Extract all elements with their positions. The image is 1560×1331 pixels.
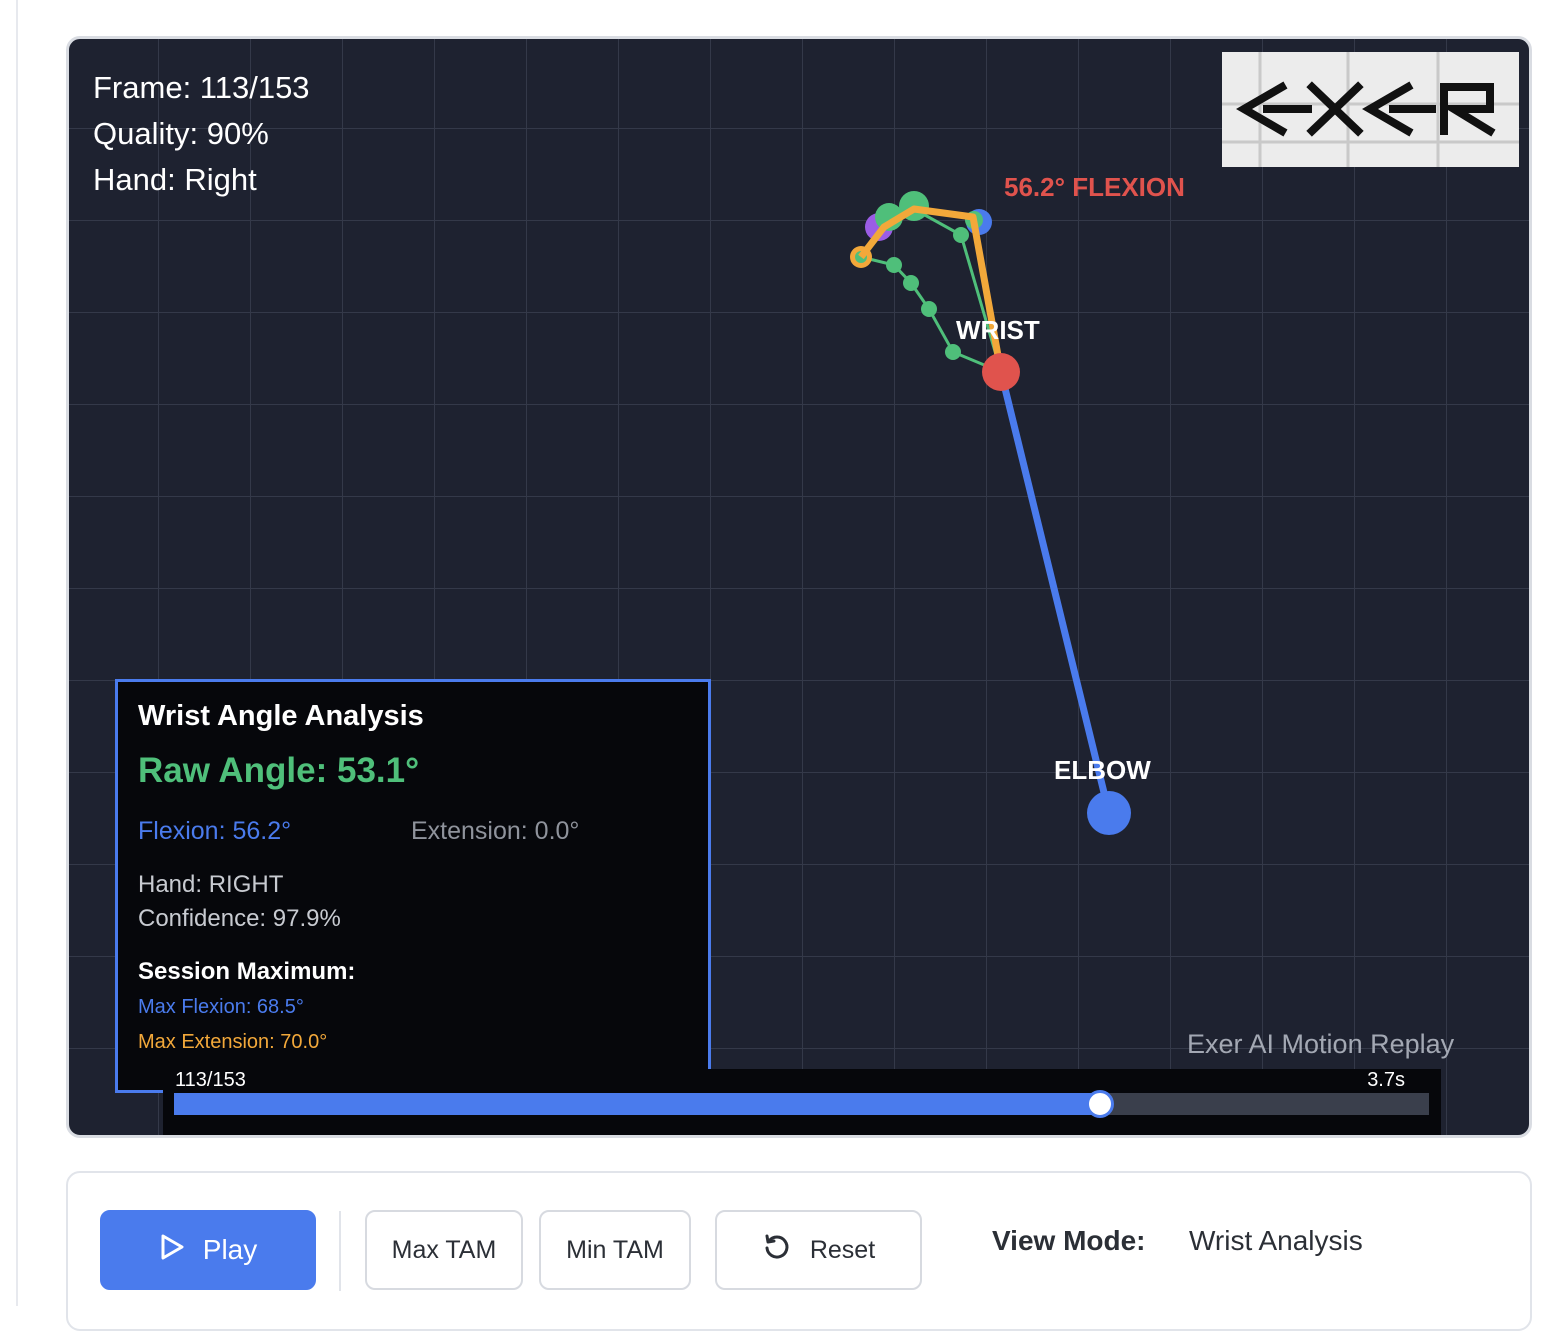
- timeline-track[interactable]: [174, 1090, 1429, 1118]
- wrist-joint: [982, 353, 1020, 391]
- reset-button[interactable]: Reset: [715, 1210, 922, 1290]
- playback-controls: Play Max TAM Min TAM Reset View Mode: Wr…: [66, 1171, 1532, 1331]
- timeline: 113/153 3.7s: [163, 1069, 1441, 1135]
- elbow-label: ELBOW: [1054, 755, 1151, 785]
- exer-logo: [1222, 52, 1519, 167]
- panel-meta: Hand: RIGHT Confidence: 97.9%: [138, 868, 688, 936]
- controls-divider: [339, 1211, 341, 1291]
- watermark: Exer AI Motion Replay: [1187, 1029, 1455, 1059]
- flexion-angle-label: 56.2° FLEXION: [1004, 172, 1185, 202]
- play-button[interactable]: Play: [100, 1210, 316, 1290]
- hand-value: Hand: RIGHT: [138, 871, 284, 898]
- extension-value: Extension: 0.0°: [411, 817, 580, 845]
- raw-angle: Raw Angle: 53.1°: [138, 751, 420, 790]
- max-extension-value: Max Extension: 70.0°: [138, 1031, 328, 1053]
- wrist-angle-analysis-panel: Wrist Angle Analysis Raw Angle: 53.1° Fl…: [115, 679, 711, 1093]
- finger-joint: [921, 301, 937, 317]
- flexion-value: Flexion: 56.2°: [138, 817, 292, 845]
- reset-icon: [762, 1232, 792, 1269]
- view-mode-label: View Mode:: [992, 1225, 1146, 1256]
- panel-title: Wrist Angle Analysis: [138, 700, 424, 732]
- finger-joint: [886, 257, 902, 273]
- hand-readout: Hand: Right: [93, 162, 257, 197]
- session-maximum-title: Session Maximum:: [138, 958, 356, 985]
- reset-label: Reset: [809, 1235, 876, 1264]
- play-button-label: Play: [202, 1234, 258, 1265]
- play-icon: [159, 1233, 185, 1268]
- timeline-frame-label: 113/153: [175, 1069, 246, 1091]
- motion-replay-canvas: Frame: 113/153 Quality: 90% Hand: Right: [66, 36, 1532, 1138]
- finger-joint: [903, 275, 919, 291]
- min-tam-button[interactable]: Min TAM: [539, 1210, 691, 1290]
- quality-readout: Quality: 90%: [93, 116, 269, 151]
- view-mode-value[interactable]: Wrist Analysis: [1189, 1225, 1363, 1257]
- frame-counter: Frame: 113/153: [93, 70, 310, 105]
- finger-joint: [945, 344, 961, 360]
- exer-logo-mark: [1222, 52, 1519, 167]
- wrist-label: WRIST: [956, 315, 1040, 345]
- timeline-scrubber-handle[interactable]: [1086, 1090, 1115, 1118]
- left-divider: [16, 0, 18, 1306]
- timeline-time-label: 3.7s: [1367, 1069, 1405, 1091]
- angle-row: Flexion: 56.2° Extension: 0.0°: [138, 817, 688, 846]
- max-tam-label: Max TAM: [391, 1235, 497, 1264]
- max-flexion-value: Max Flexion: 68.5°: [138, 996, 304, 1018]
- elbow-joint: [1087, 791, 1131, 835]
- min-tam-label: Min TAM: [566, 1235, 664, 1264]
- confidence-value: Confidence: 97.9%: [138, 905, 341, 932]
- timeline-progress-fill: [174, 1093, 1101, 1115]
- finger-joint: [953, 227, 969, 243]
- max-tam-button[interactable]: Max TAM: [365, 1210, 523, 1290]
